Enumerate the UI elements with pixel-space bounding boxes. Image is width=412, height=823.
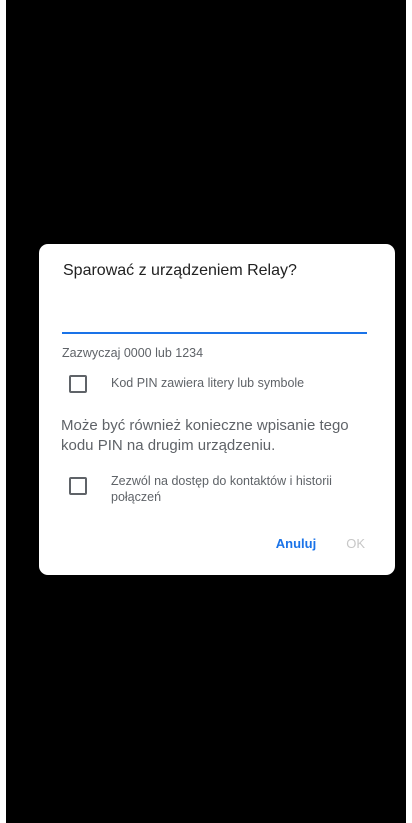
pin-letters-label: Kod PIN zawiera litery lub symbole [111, 376, 305, 390]
contacts-access-option[interactable]: Zezwól na dostęp do kontaktów i historii… [69, 473, 369, 505]
info-text: Może być również konieczne wpisanie tego… [61, 417, 349, 454]
pin-input[interactable] [62, 306, 367, 334]
cancel-button[interactable]: Anuluj [276, 536, 316, 551]
screen-background: Sparować z urządzeniem Relay? Zazwyczaj … [6, 0, 406, 823]
dialog-title: Sparować z urządzeniem Relay? [63, 262, 297, 279]
pin-letters-checkbox[interactable] [69, 375, 87, 393]
pin-letters-option[interactable]: Kod PIN zawiera litery lub symbole [69, 375, 304, 393]
ok-button[interactable]: OK [346, 536, 365, 551]
pairing-dialog: Sparować z urządzeniem Relay? Zazwyczaj … [39, 244, 395, 575]
contacts-access-label: Zezwól na dostęp do kontaktów i historii… [111, 474, 332, 504]
contacts-access-checkbox[interactable] [69, 477, 87, 495]
dialog-actions: Anuluj OK [276, 536, 365, 551]
pin-hint: Zazwyczaj 0000 lub 1234 [62, 346, 204, 360]
